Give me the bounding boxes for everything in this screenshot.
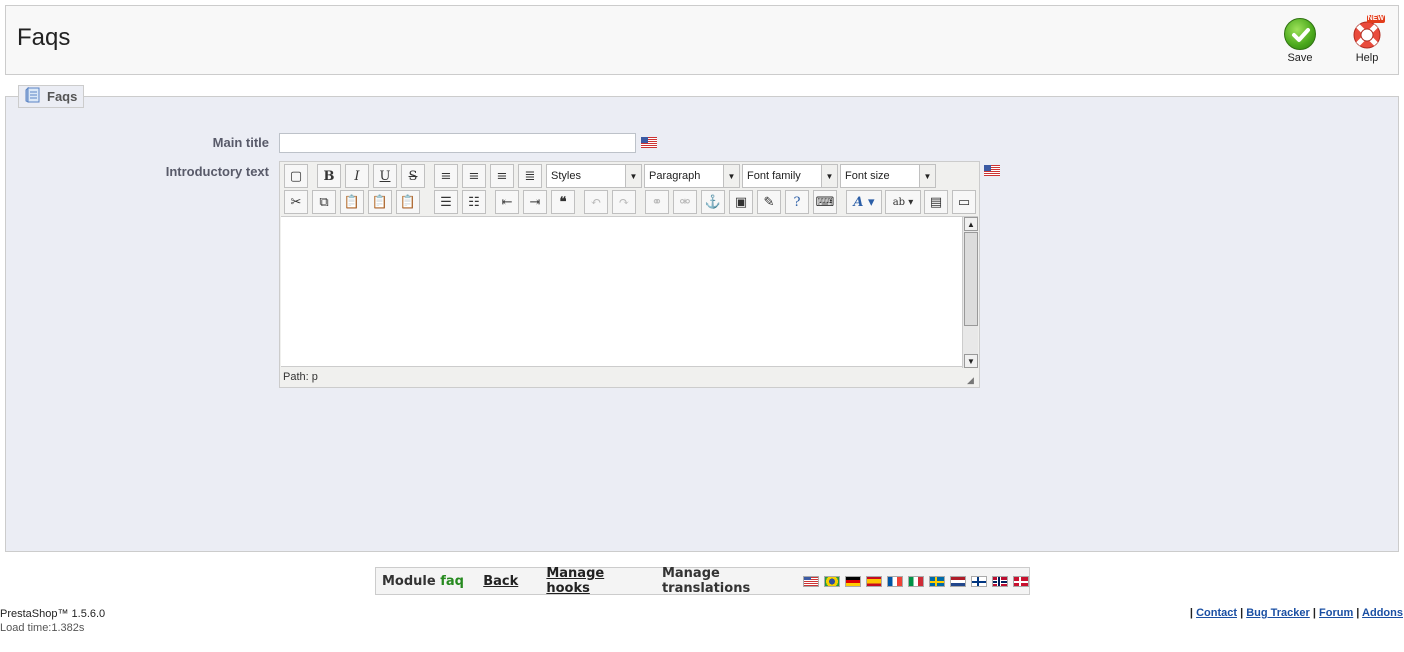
text-color-icon[interactable]: A ▾ xyxy=(846,190,882,214)
us-flag-icon[interactable] xyxy=(803,575,819,587)
resize-handle-icon[interactable]: ◢ xyxy=(967,375,977,385)
language-flags xyxy=(803,575,1029,587)
editor-scrollbar[interactable]: ▲ ▼ xyxy=(962,217,978,368)
chevron-down-icon: ▼ xyxy=(625,165,641,187)
cleanup-icon[interactable]: ✎ xyxy=(757,190,781,214)
align-center-icon[interactable]: ≡ xyxy=(462,164,486,188)
paste-icon[interactable]: 📋 xyxy=(340,190,364,214)
italic-icon[interactable]: I xyxy=(345,164,369,188)
de-flag-icon[interactable] xyxy=(845,575,861,587)
intro-text-label: Introductory text xyxy=(165,164,269,179)
outdent-icon[interactable]: ⇤ xyxy=(495,190,519,214)
module-name: faq xyxy=(440,573,464,589)
indent-icon[interactable]: ⇥ xyxy=(523,190,547,214)
editor-content-area[interactable]: ▲ ▼ xyxy=(281,216,978,368)
nl-flag-icon[interactable] xyxy=(950,575,966,587)
manage-hooks-link[interactable]: Manage hooks xyxy=(546,566,639,596)
blockquote-icon[interactable]: ❝ xyxy=(551,190,575,214)
editor-path: Path: p xyxy=(283,371,318,383)
contact-link[interactable]: Contact xyxy=(1196,607,1237,619)
new-badge: NEW xyxy=(1366,15,1385,23)
module-bar: Module faq Back Manage hooks Manage tran… xyxy=(375,566,1030,596)
es-flag-icon[interactable] xyxy=(866,575,882,587)
us-flag-icon[interactable] xyxy=(984,165,1000,176)
link-icon[interactable]: ⚭ xyxy=(645,190,669,214)
legend-label: Faqs xyxy=(47,89,78,104)
footer-links: | Contact | Bug Tracker | Forum | Addons xyxy=(1189,607,1403,619)
save-button[interactable]: Save xyxy=(1275,18,1325,64)
bullet-list-icon[interactable]: ☰ xyxy=(434,190,458,214)
document-icon xyxy=(25,86,41,106)
checkmark-icon xyxy=(1284,18,1316,50)
lifebuoy-icon: NEW xyxy=(1351,15,1385,50)
paste-word-icon[interactable]: 📋 xyxy=(396,190,420,214)
styles-select[interactable]: Styles ▼ xyxy=(546,164,642,188)
align-justify-icon[interactable]: ≣ xyxy=(518,164,542,188)
format-select[interactable]: Paragraph ▼ xyxy=(644,164,740,188)
fr-flag-icon[interactable] xyxy=(887,575,903,587)
paste-text-icon[interactable]: 📋 xyxy=(368,190,392,214)
footer-info: PrestaShop™ 1.5.6.0 Load time:1.382s xyxy=(0,607,105,635)
manage-translations-label: Manage translations xyxy=(661,566,751,596)
styles-value: Styles xyxy=(551,170,581,182)
forum-link[interactable]: Forum xyxy=(1319,607,1353,619)
scroll-up-icon[interactable]: ▲ xyxy=(964,217,978,231)
media-icon[interactable]: ▤ xyxy=(924,190,948,214)
rich-text-editor: ▢ B I U S ≡ ≡ ≡ ≣ Styles ▼ Paragraph ▼ F… xyxy=(279,161,980,388)
back-link[interactable]: Back xyxy=(483,574,518,589)
br-flag-icon[interactable] xyxy=(824,575,840,587)
save-label: Save xyxy=(1287,52,1313,64)
load-time-text: Load time:1.382s xyxy=(0,622,85,634)
main-title-input[interactable] xyxy=(279,133,636,153)
help-label: Help xyxy=(1355,52,1379,64)
undo-icon[interactable]: ↶ xyxy=(584,190,608,214)
dk-flag-icon[interactable] xyxy=(1013,575,1029,587)
bold-icon[interactable]: B xyxy=(317,164,341,188)
font-family-value: Font family xyxy=(747,170,801,182)
anchor-icon[interactable]: ⚓ xyxy=(701,190,725,214)
font-size-select[interactable]: Font size ▼ xyxy=(840,164,936,188)
image-icon[interactable]: ▣ xyxy=(729,190,753,214)
bug-tracker-link[interactable]: Bug Tracker xyxy=(1246,607,1310,619)
align-left-icon[interactable]: ≡ xyxy=(434,164,458,188)
scroll-down-icon[interactable]: ▼ xyxy=(964,354,978,368)
highlight-color-icon[interactable]: ab ▾ xyxy=(885,190,921,214)
fi-flag-icon[interactable] xyxy=(971,575,987,587)
us-flag-icon[interactable] xyxy=(641,137,657,148)
module-prefix: Module xyxy=(382,573,436,589)
redo-icon[interactable]: ↷ xyxy=(612,190,636,214)
chevron-down-icon: ▼ xyxy=(821,165,837,187)
page-title: Faqs xyxy=(17,24,71,51)
unlink-icon[interactable]: ⚮ xyxy=(673,190,697,214)
font-size-value: Font size xyxy=(845,170,890,182)
scroll-thumb[interactable] xyxy=(964,232,978,326)
no-flag-icon[interactable] xyxy=(992,575,1008,587)
template-icon[interactable]: ▭ xyxy=(952,190,976,214)
font-family-select[interactable]: Font family ▼ xyxy=(742,164,838,188)
addons-link[interactable]: Addons xyxy=(1362,607,1403,619)
chevron-down-icon: ▼ xyxy=(723,165,739,187)
help-button[interactable]: NEW Help xyxy=(1342,15,1392,64)
format-value: Paragraph xyxy=(649,170,701,182)
it-flag-icon[interactable] xyxy=(908,575,924,587)
copy-icon[interactable]: ⧉ xyxy=(312,190,336,214)
new-document-icon[interactable]: ▢ xyxy=(284,164,308,188)
chevron-down-icon: ▼ xyxy=(919,165,935,187)
main-title-label: Main title xyxy=(212,135,269,150)
fieldset-legend: Faqs xyxy=(18,85,85,108)
se-flag-icon[interactable] xyxy=(929,575,945,587)
page-header: Faqs Save NEW Help xyxy=(5,5,1399,75)
html-source-icon[interactable]: ⌨ xyxy=(813,190,837,214)
numbered-list-icon[interactable]: ☷ xyxy=(462,190,486,214)
align-right-icon[interactable]: ≡ xyxy=(490,164,514,188)
cut-icon[interactable]: ✂ xyxy=(284,190,308,214)
underline-icon[interactable]: U xyxy=(373,164,397,188)
help-icon[interactable]: ? xyxy=(785,190,809,214)
version-text: PrestaShop™ 1.5.6.0 xyxy=(0,608,106,620)
strikethrough-icon[interactable]: S xyxy=(401,164,425,188)
